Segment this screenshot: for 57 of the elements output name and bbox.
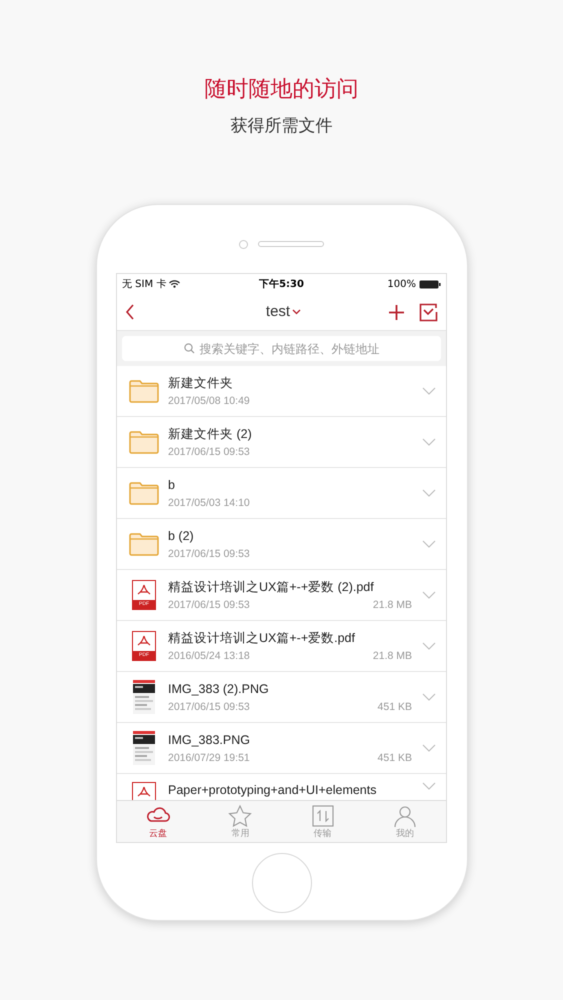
file-name: IMG_383.PNG: [168, 732, 251, 748]
file-name: b (2): [168, 528, 195, 544]
file-date: 2017/06/15 09:53: [168, 598, 250, 612]
file-size: 451 KB: [378, 752, 412, 764]
file-date: 2017/06/15 09:53: [168, 700, 250, 714]
camera-icon: [239, 240, 248, 248]
battery-icon: [419, 280, 441, 288]
file-name: 精益设计培训之UX篇+-+爱数.pdf: [168, 630, 356, 646]
speaker-icon: [258, 241, 324, 247]
clock-text: 下午5:30: [259, 278, 304, 292]
add-icon[interactable]: [388, 304, 405, 320]
chevron-down-icon[interactable]: [422, 591, 436, 599]
home-button[interactable]: [252, 853, 312, 913]
wifi-icon: [169, 280, 180, 288]
carrier-text: 无 SIM 卡: [122, 278, 166, 292]
acrobat-logo-icon: [137, 786, 151, 798]
search-icon: [184, 343, 194, 354]
file-name: 新建文件夹: [168, 374, 234, 390]
folder-icon: [129, 379, 159, 403]
file-date: 2017/06/15 09:53: [168, 548, 250, 560]
caret-icon[interactable]: [292, 309, 302, 315]
headline: 随时随地的访问: [204, 76, 358, 104]
chevron-down-icon[interactable]: [422, 693, 436, 701]
subtitle: 获得所需文件: [230, 115, 332, 138]
folder-icon: [129, 430, 159, 454]
chevron-down-icon[interactable]: [422, 744, 436, 752]
arrows-icon: [310, 804, 336, 828]
file-name: IMG_383 (2).PNG: [168, 680, 270, 696]
folder-title[interactable]: test: [266, 300, 290, 324]
tab[interactable]: 云盘: [117, 801, 200, 842]
star-icon: [227, 804, 254, 828]
battery-text: 100%: [387, 278, 416, 292]
file-date: 2017/05/08 10:49: [168, 394, 250, 408]
file-date: 2017/05/03 14:10: [168, 496, 250, 510]
folder-icon: [129, 481, 159, 505]
file-name: Paper+prototyping+and+UI+elements: [168, 782, 378, 798]
checkbox-icon[interactable]: [419, 302, 438, 322]
chevron-down-icon[interactable]: [422, 489, 436, 497]
file-name: b: [168, 476, 176, 492]
chevron-down-icon[interactable]: [422, 540, 436, 548]
file-date: 2017/06/15 09:53: [168, 446, 250, 458]
back-icon[interactable]: [125, 304, 135, 320]
chevron-down-icon[interactable]: [422, 782, 436, 790]
chevron-down-icon[interactable]: [422, 387, 436, 395]
file-name: 新建文件夹 (2): [168, 426, 253, 442]
person-icon: [392, 804, 418, 828]
file-name: 精益设计培训之UX篇+-+爱数 (2).pdf: [168, 578, 375, 594]
acrobat-logo-icon: [137, 584, 151, 596]
file-size: 21.8 MB: [372, 650, 412, 662]
folder-icon: [129, 532, 159, 556]
file-size: 451 KB: [378, 700, 412, 714]
file-date: 2016/05/24 13:18: [168, 650, 250, 662]
chevron-down-icon[interactable]: [422, 642, 436, 650]
acrobat-logo-icon: [137, 635, 151, 647]
file-date: 2016/07/29 19:51: [168, 752, 250, 764]
file-size: 21.8 MB: [372, 598, 412, 612]
chevron-down-icon[interactable]: [422, 438, 436, 446]
